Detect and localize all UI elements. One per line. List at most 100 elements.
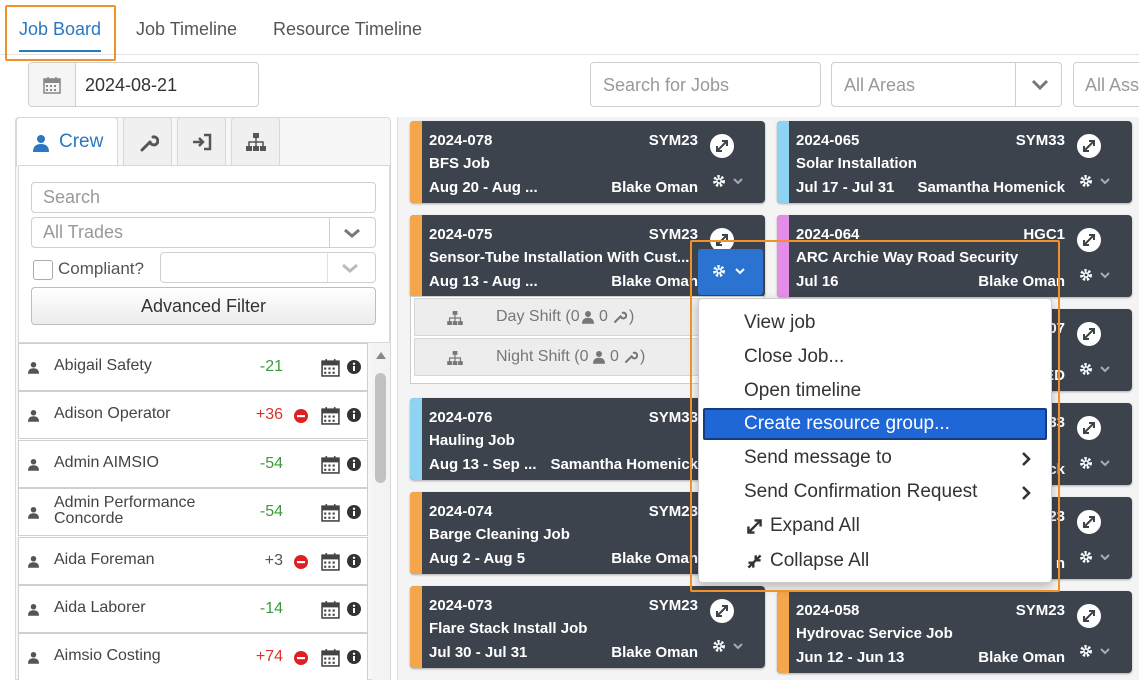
expand-job-button[interactable] xyxy=(1077,604,1101,628)
calendar-icon[interactable] xyxy=(321,648,340,668)
job-actions-button[interactable] xyxy=(1075,263,1115,287)
calendar-icon[interactable] xyxy=(321,455,340,474)
job-actions-button[interactable] xyxy=(1075,639,1115,663)
tab-crew[interactable]: Crew xyxy=(16,117,118,167)
gear-icon xyxy=(1080,363,1092,375)
tab-resource-timeline[interactable]: Resource Timeline xyxy=(273,0,422,54)
scroll-up-icon[interactable] xyxy=(376,351,386,359)
chevron-down-icon xyxy=(1100,178,1110,185)
info-icon[interactable] xyxy=(347,553,361,568)
tab-job-timeline[interactable]: Job Timeline xyxy=(136,0,237,54)
info-icon[interactable] xyxy=(347,505,361,520)
advanced-filter-button[interactable]: Advanced Filter xyxy=(31,287,376,325)
collapse-icon xyxy=(747,554,762,569)
expand-job-button[interactable] xyxy=(710,599,734,623)
user-icon xyxy=(582,311,594,324)
crew-row[interactable]: Admin Performance Concorde -54 xyxy=(18,488,368,537)
user-icon xyxy=(28,555,39,568)
crew-row[interactable]: Abigail Safety -21 xyxy=(18,343,368,391)
expand-job-button[interactable] xyxy=(1077,416,1101,440)
trades-select[interactable]: All Trades xyxy=(31,217,376,248)
calendar-icon[interactable] xyxy=(321,358,340,377)
job-card[interactable]: 2024-073 SYM23 Flare Stack Install Job Jul … xyxy=(410,586,765,668)
crew-row[interactable]: Aimsio Costing +74 xyxy=(18,633,368,680)
job-code: SYM23 xyxy=(648,503,698,520)
menu-item-open-timeline[interactable]: Open timeline xyxy=(703,375,1047,407)
job-card[interactable]: 2024-064 HGC1 ARC Archie Way Road Security… xyxy=(777,215,1132,297)
info-icon[interactable] xyxy=(347,456,361,471)
job-owner: n xyxy=(1055,555,1065,572)
menu-item-view-job[interactable]: View job xyxy=(703,307,1047,339)
crew-score: +74 xyxy=(255,648,283,666)
chevron-down-icon xyxy=(344,228,360,238)
crew-filter-area: Search All Trades Compliant? Advanced Fi… xyxy=(18,165,390,343)
job-actions-button[interactable] xyxy=(708,634,748,658)
select-divider xyxy=(327,253,328,282)
job-id: 2024-076 xyxy=(429,409,493,426)
tab-equipment[interactable] xyxy=(123,117,172,165)
chevron-down-icon xyxy=(1100,648,1110,655)
date-picker[interactable]: 2024-08-21 xyxy=(28,62,259,107)
compliant-checkbox[interactable] xyxy=(33,260,53,280)
chevron-down-icon xyxy=(1031,79,1049,91)
job-code: SYM33 xyxy=(648,409,698,426)
menu-item-expand-all[interactable]: Expand All xyxy=(703,510,1047,542)
job-actions-button[interactable] xyxy=(1075,451,1115,475)
tab-groups[interactable] xyxy=(231,117,280,165)
crew-row[interactable]: Aida Foreman +3 xyxy=(18,536,368,585)
date-value[interactable]: 2024-08-21 xyxy=(85,75,177,96)
expand-job-button[interactable] xyxy=(1077,228,1101,252)
calendar-icon[interactable] xyxy=(321,552,340,571)
crew-scrollbar[interactable] xyxy=(372,343,390,680)
info-icon[interactable] xyxy=(347,602,361,616)
gear-icon xyxy=(1080,551,1092,563)
crew-name: Abigail Safety xyxy=(54,357,152,374)
compliant-select[interactable] xyxy=(160,252,376,283)
scrollbar-thumb[interactable] xyxy=(375,373,386,483)
crew-row[interactable]: Admin AIMSIO -54 xyxy=(18,439,368,488)
crew-search-input[interactable]: Search xyxy=(31,182,376,213)
calendar-icon[interactable] xyxy=(321,503,340,522)
tab-job-board[interactable]: Job Board xyxy=(19,0,102,54)
job-card[interactable]: 2024-058 SYM23 Hydrovac Service Job Jun 12 … xyxy=(777,591,1132,673)
job-actions-button[interactable] xyxy=(708,169,748,193)
job-name: Solar Installation xyxy=(796,155,917,172)
assigned-select[interactable]: All Assi xyxy=(1073,62,1139,107)
calendar-addon[interactable] xyxy=(29,63,76,106)
info-icon[interactable] xyxy=(347,360,361,374)
expand-job-button[interactable] xyxy=(1077,322,1101,346)
expand-job-button[interactable] xyxy=(1077,510,1101,534)
crew-row[interactable]: Aida Laborer -14 xyxy=(18,585,368,633)
job-actions-button[interactable] xyxy=(1075,169,1115,193)
job-actions-button[interactable] xyxy=(1075,545,1115,569)
menu-item-send-message-to[interactable]: Send message to xyxy=(703,442,1047,474)
chevron-down-icon xyxy=(342,263,358,273)
menu-item-close-job[interactable]: Close Job... xyxy=(703,341,1047,373)
chevron-down-icon xyxy=(1100,272,1110,279)
job-owner: Blake Oman xyxy=(611,550,698,567)
menu-item-collapse-all[interactable]: Collapse All xyxy=(703,545,1047,577)
job-owner: Blake Oman xyxy=(611,273,698,290)
calendar-icon[interactable] xyxy=(321,600,340,619)
crew-list: Abigail Safety -21 Adison Operator +36 Admin… xyxy=(18,343,368,680)
crew-score: +36 xyxy=(255,406,283,424)
menu-item-send-confirmation-request[interactable]: Send Confirmation Request xyxy=(703,476,1047,508)
job-card[interactable]: 2024-078 SYM23 BFS Job Aug 20 - Aug ... Blak… xyxy=(410,121,765,203)
expand-job-button[interactable] xyxy=(710,134,734,158)
job-search-input[interactable]: Search for Jobs xyxy=(590,62,821,107)
job-card[interactable]: 2024-065 SYM33 Solar Installation Jul 17 - … xyxy=(777,121,1132,203)
info-icon[interactable] xyxy=(347,650,361,665)
menu-item-create-resource-group[interactable]: Create resource group... xyxy=(703,408,1047,440)
sign-in-icon xyxy=(193,133,212,151)
crew-row[interactable]: Adison Operator +36 xyxy=(18,391,368,440)
gear-icon xyxy=(713,175,725,187)
areas-select[interactable]: All Areas xyxy=(831,62,1062,107)
job-code: SYM23 xyxy=(648,597,698,614)
expand-job-button[interactable] xyxy=(1077,134,1101,158)
crew-score: -54 xyxy=(259,503,283,521)
tab-sign-in[interactable] xyxy=(177,117,226,165)
calendar-icon[interactable] xyxy=(321,406,340,426)
job-actions-button-active[interactable] xyxy=(698,249,763,295)
job-actions-button[interactable] xyxy=(1075,357,1115,381)
info-icon[interactable] xyxy=(347,408,361,423)
